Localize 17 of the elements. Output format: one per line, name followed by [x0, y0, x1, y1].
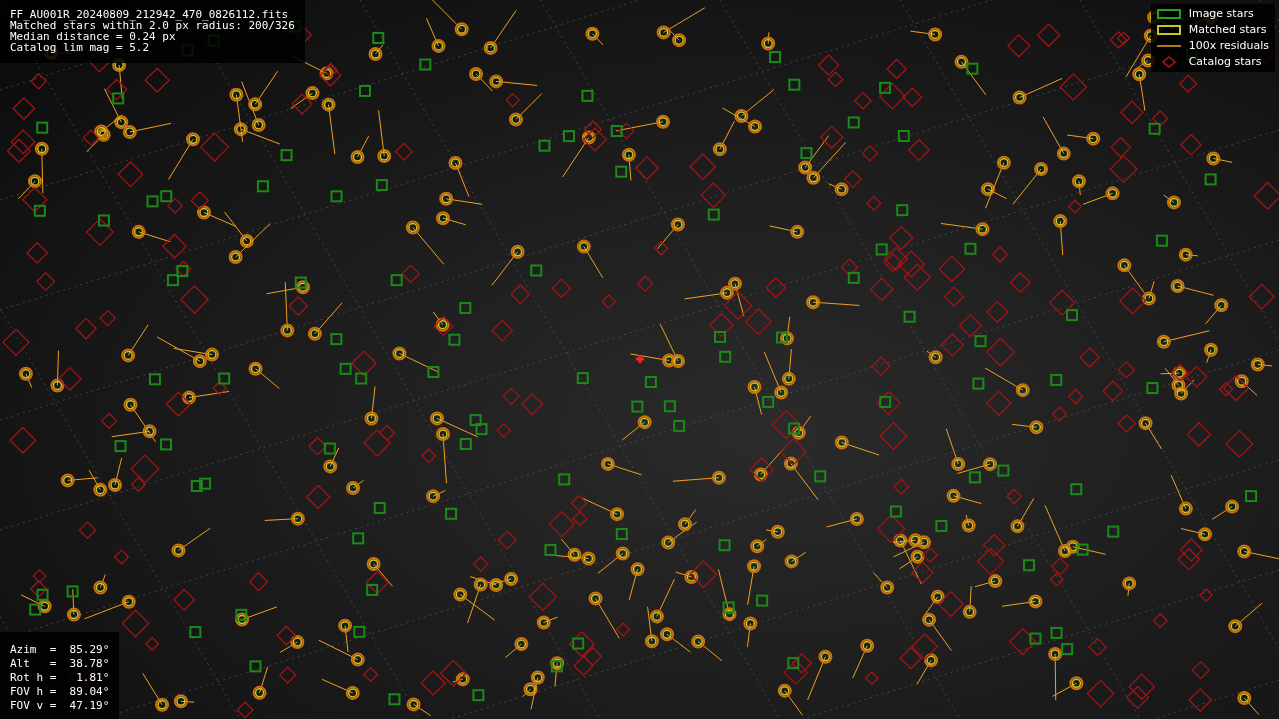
pointing-text: Alt = 38.78°	[10, 658, 110, 669]
legend-label: Image stars	[1188, 7, 1254, 21]
cross-icon	[634, 353, 646, 365]
legend-label: Matched stars	[1188, 23, 1267, 37]
info-text: Catalog lim mag = 5.2	[10, 42, 151, 53]
info-text: Median distance = 0.24 px	[10, 31, 176, 42]
line-icon	[1156, 44, 1181, 48]
info-text: Matched stars within 2.0 px radius: 200/326	[10, 20, 295, 31]
legend-label: Catalog stars	[1188, 55, 1262, 69]
pointing-text: FOV v = 47.19°	[10, 700, 110, 711]
legend-label: 100x residuals	[1188, 39, 1269, 53]
info-text: FF_AU001R_20240809_212942_470_0826112.fits	[10, 9, 290, 20]
rectangle-outline-icon	[1156, 25, 1181, 35]
pointing-text: FOV h = 89.04°	[10, 686, 110, 697]
pointing-text: Rot h = 1.81°	[10, 672, 110, 683]
pointing-text: Azim = 85.29°	[10, 644, 110, 655]
square-outline-icon	[1156, 9, 1181, 19]
